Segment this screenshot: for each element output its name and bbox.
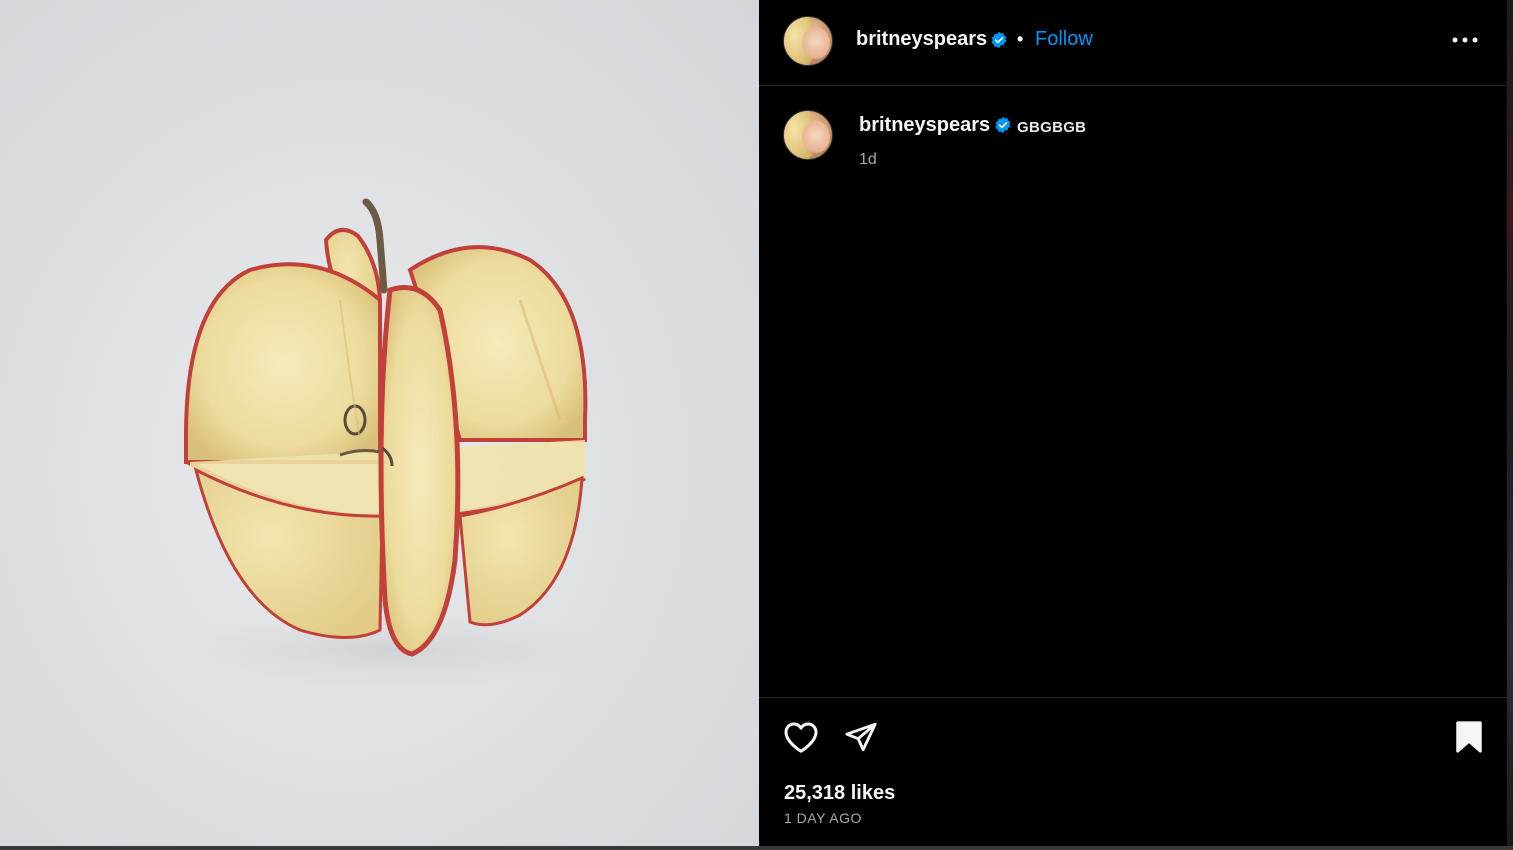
send-icon[interactable] [844, 720, 878, 754]
caption-avatar[interactable] [783, 110, 833, 160]
action-bar: 25,318 likes 1 DAY AGO [759, 697, 1507, 850]
verified-badge-icon [991, 31, 1007, 49]
heart-icon[interactable] [783, 720, 819, 754]
post-header: britneyspears • Follow [759, 0, 1507, 86]
likes-count[interactable]: 25,318 likes [784, 782, 895, 805]
follow-button[interactable]: Follow [1035, 28, 1093, 51]
bookmark-icon[interactable] [1453, 720, 1485, 754]
background-edge [1507, 0, 1513, 850]
instagram-post-viewer: britneyspears • Follow britneyspears GBG… [0, 0, 1513, 850]
caption-timestamp[interactable]: 1d [859, 151, 877, 169]
avatar-face [802, 27, 830, 59]
caption-username[interactable]: britneyspears [859, 114, 990, 137]
avatar-face [802, 121, 830, 153]
post-image[interactable] [0, 0, 759, 850]
bottom-edge [0, 846, 1513, 850]
more-options-icon[interactable] [1451, 28, 1479, 52]
verified-badge-icon [995, 116, 1011, 134]
caption-text: GBGBGB [1017, 119, 1087, 136]
separator-dot: • [1017, 29, 1024, 49]
apple-slices-illustration [160, 198, 620, 690]
post-details-panel: britneyspears • Follow britneyspears GBG… [759, 0, 1507, 850]
header-username[interactable]: britneyspears [856, 28, 987, 51]
post-date: 1 DAY AGO [784, 810, 862, 826]
avatar[interactable] [783, 16, 833, 66]
